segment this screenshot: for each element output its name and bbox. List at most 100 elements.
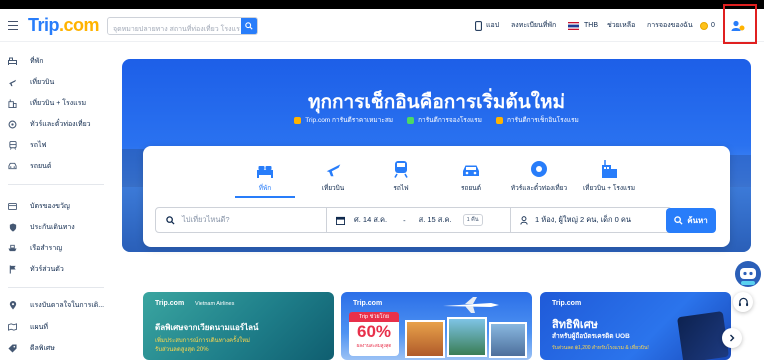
flight-hotel-icon: [601, 160, 617, 178]
list-property-link[interactable]: ลงทะเบียนที่พัก: [511, 9, 556, 42]
date-separator: -: [403, 215, 406, 225]
sidebar-item-gift-cards[interactable]: บัตรของขวัญ: [8, 198, 70, 214]
tab-label: รถไฟ: [393, 185, 409, 192]
car-icon: [463, 165, 479, 176]
cashback-tag: Trip ช่วยโกย: [349, 312, 399, 322]
sidebar-item-inspiration[interactable]: แรงบันดาลใจในการเดิ...: [8, 297, 104, 313]
tab-flights[interactable]: เที่ยวบิน: [303, 156, 363, 193]
tab-cars[interactable]: รถยนต์: [441, 156, 501, 193]
sidebar-item-stays[interactable]: ที่พัก: [8, 53, 43, 69]
field-divider: [510, 208, 511, 232]
sidebar-item-map[interactable]: แผนที่: [8, 319, 48, 335]
search-button-label: ค้นหา: [687, 216, 708, 225]
tab-label: เที่ยวบิน: [321, 185, 345, 192]
sidebar-item-label: ทัวร์ส่วนตัว: [30, 265, 64, 273]
carousel-next-button[interactable]: [722, 328, 742, 348]
promo-brand: Trip.com: [552, 300, 582, 307]
sidebar-item-insurance[interactable]: ประกันเดินทาง: [8, 219, 75, 235]
cashback-percent: 60%: [356, 322, 392, 341]
airplane-image: [443, 297, 499, 313]
flight-hotel-icon: [8, 98, 17, 108]
my-bookings-link[interactable]: การจองของฉัน: [647, 9, 693, 42]
sidebar-divider: [8, 184, 104, 185]
guests-field[interactable]: 1 ห้อง, ผู้ใหญ่ 2 คน, เด็ก 0 คน: [520, 208, 670, 232]
promo-subtitle-2: รับส่วนลดสูงสุด 20%: [155, 347, 209, 353]
sidebar-item-label: ที่พัก: [30, 57, 44, 65]
badge-checkin: การันตีการเช็กอินโรงแรม: [495, 115, 579, 125]
date-field[interactable]: ศ. 14 ส.ค. - ส. 15 ส.ค. 1 คืน: [336, 208, 496, 232]
chevron-right-icon: [730, 334, 735, 342]
sidebar-item-label: เที่ยวบิน: [30, 78, 55, 86]
badge-booking: การันตีการจองโรงแรม: [407, 115, 482, 125]
sidebar-item-label: ทัวร์และตั๋วท่องเที่ยว: [30, 120, 91, 128]
sidebar-item-label: แรงบันดาลใจในการเดิ...: [30, 301, 105, 309]
map-pin-icon: [8, 300, 17, 310]
search-button[interactable]: [241, 18, 257, 34]
search-submit-button[interactable]: ค้นหา: [666, 208, 716, 233]
help-label: ช่วยเหลือ: [607, 22, 636, 29]
destination-field[interactable]: ไปเที่ยวไหนดี?: [166, 208, 326, 232]
sidebar-item-cruises[interactable]: เรือสำราญ: [8, 240, 62, 256]
menu-icon[interactable]: [8, 21, 18, 31]
promo-title: ดีลพิเศษจากเวียดนามแอร์ไลน์: [155, 323, 259, 332]
ship-icon: [8, 244, 17, 253]
tab-trains[interactable]: รถไฟ: [371, 156, 431, 193]
sidebar-item-deals[interactable]: ดีลพิเศษ: [8, 340, 55, 356]
shield-icon: [8, 222, 17, 232]
sidebar-item-label: ประกันเดินทาง: [30, 223, 75, 231]
app-label: แอป: [486, 22, 500, 29]
sidebar-item-label: แผนที่: [30, 323, 49, 331]
sidebar-item-label: รถยนต์: [30, 162, 52, 170]
sidebar-item-tours[interactable]: ทัวร์และตั๋วท่องเที่ยว: [8, 116, 91, 132]
map-icon: [8, 323, 17, 332]
tab-stays[interactable]: ที่พัก: [235, 156, 295, 198]
trip-coins[interactable]: 0: [700, 9, 715, 42]
coin-count: 0: [711, 22, 715, 29]
badge-label: Trip.com การันตีราคาเหมาะสม: [305, 117, 394, 124]
currency-selector[interactable]: THB: [568, 9, 598, 42]
sidebar-divider: [8, 287, 104, 288]
bed-icon: [257, 166, 273, 178]
nights-badge: 1 คืน: [462, 214, 483, 226]
deal-icon: [8, 343, 17, 353]
checkin-date: ศ. 14 ส.ค.: [354, 215, 388, 224]
ticket-icon: [531, 161, 547, 177]
phone-icon: [475, 20, 482, 31]
train-icon: [394, 161, 408, 178]
sidebar-item-private-tours[interactable]: ทัวร์ส่วนตัว: [8, 261, 64, 277]
highlight-box: [723, 4, 757, 44]
app-link[interactable]: แอป: [475, 9, 499, 42]
gift-card-icon: [8, 202, 17, 211]
booking-icon: [407, 116, 415, 124]
user-icon: [520, 215, 528, 225]
sidebar-item-trains[interactable]: รถไฟ: [8, 137, 46, 153]
search-fields: ไปเที่ยวไหนดี? ศ. 14 ส.ค. - ส. 15 ส.ค. 1…: [155, 207, 672, 233]
site-header: Trip.com แอป ลงทะเบียนที่พัก THB ช่วยเหล…: [0, 9, 764, 42]
tab-tours[interactable]: ทัวร์และตั๋วท่องเที่ยว: [509, 156, 569, 193]
search-input[interactable]: [108, 21, 240, 34]
sidebar-item-cars[interactable]: รถยนต์: [8, 158, 51, 174]
customer-support-button[interactable]: [733, 292, 753, 312]
promo-card-vietnam-airlines[interactable]: Trip.com Vietnam Airlines ดีลพิเศษจากเวี…: [143, 292, 334, 360]
robot-icon: [735, 261, 761, 287]
tab-flight-hotel[interactable]: เที่ยวบิน + โรงแรม: [579, 156, 639, 193]
badge-price: Trip.com การันตีราคาเหมาะสม: [294, 115, 393, 125]
help-link[interactable]: ช่วยเหลือ: [607, 9, 635, 42]
guests-summary: 1 ห้อง, ผู้ใหญ่ 2 คน, เด็ก 0 คน: [535, 215, 632, 224]
search-icon: [166, 215, 175, 225]
sidebar-item-flight-hotel[interactable]: เที่ยวบิน + โรงแรม: [8, 95, 86, 111]
promo-subtitle: สำหรับผู้ถือบัตรเครดิต UOB: [552, 333, 630, 340]
list-property-label: ลงทะเบียนที่พัก: [511, 22, 557, 29]
promo-card-uob[interactable]: Trip.com สิทธิพิเศษ สำหรับผู้ถือบัตรเครด…: [540, 292, 731, 360]
logo[interactable]: Trip.com: [28, 15, 100, 36]
sidebar-item-label: บัตรของขวัญ: [30, 202, 70, 210]
hero-title: ทุกการเช็กอินคือการเริ่มต้นใหม่: [307, 92, 566, 113]
sidebar-item-flights[interactable]: เที่ยวบิน: [8, 74, 54, 90]
destination-placeholder: ไปเที่ยวไหนดี?: [182, 215, 230, 224]
car-icon: [8, 162, 17, 171]
promo-brand: Trip.com: [155, 300, 185, 307]
cashback-subtitle: ผลงานสะสมสูงสุด: [356, 343, 392, 348]
chat-assistant-button[interactable]: [734, 260, 762, 288]
headset-icon: [738, 297, 748, 306]
promo-card-trip-cashback[interactable]: Trip.com Trip ช่วยโกย 60% ผลงานสะสมสูงสุ…: [341, 292, 532, 360]
